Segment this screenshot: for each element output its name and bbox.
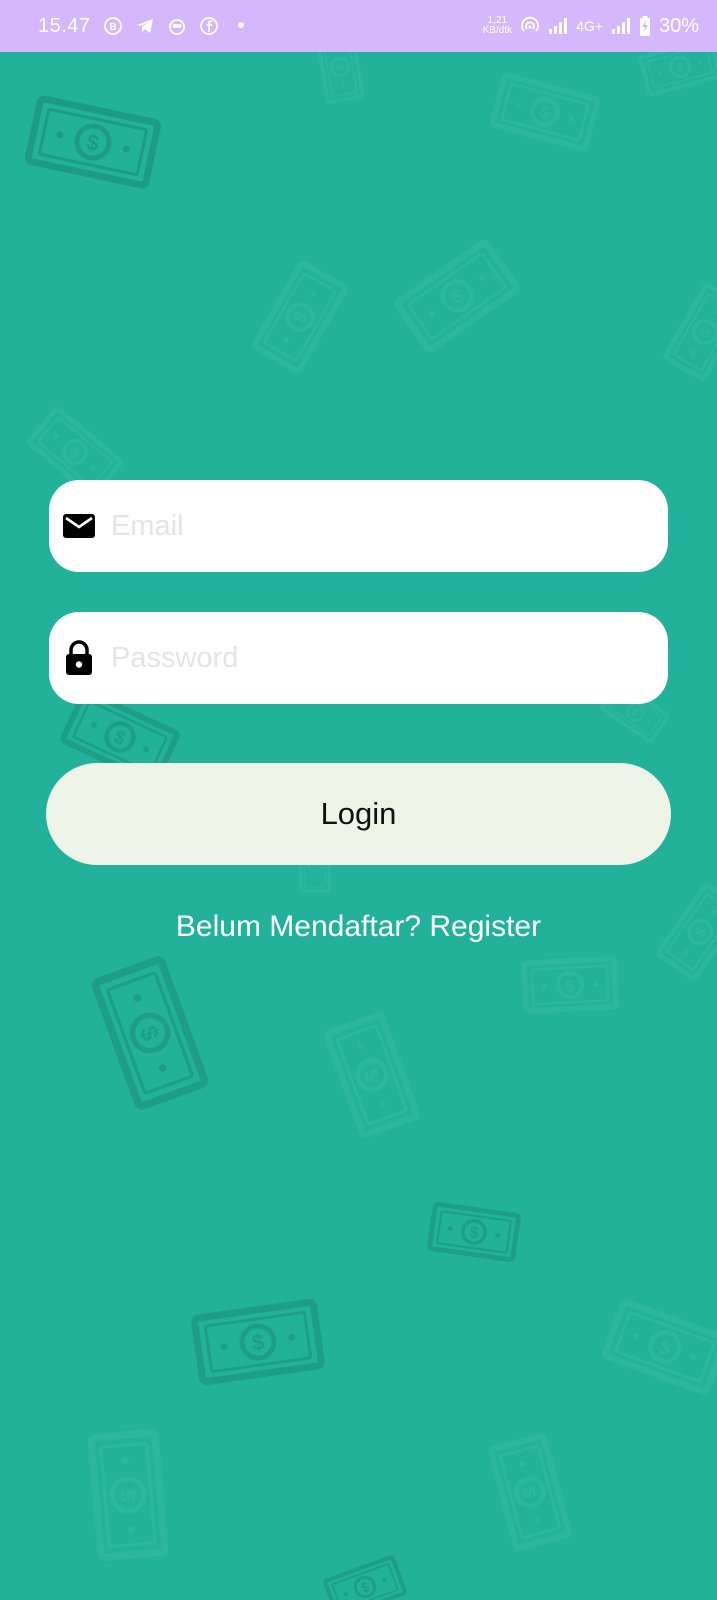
lock-icon xyxy=(62,640,96,675)
dollar-bill-icon xyxy=(315,52,365,105)
register-link[interactable]: Belum Mendaftar? Register xyxy=(0,910,717,944)
dollar-bill-icon xyxy=(326,1014,417,1135)
dollar-bill-icon xyxy=(194,1302,322,1382)
bot-icon xyxy=(167,16,187,36)
dot-icon xyxy=(231,16,251,36)
battery-charging-icon xyxy=(639,16,651,36)
dollar-bill-icon xyxy=(491,1436,570,1549)
battery-percent: 30% xyxy=(658,14,699,37)
network-speed: 1,21 KB/dtk xyxy=(483,16,512,36)
dollar-bill-icon xyxy=(254,263,346,372)
network-type: 4G+ xyxy=(576,18,603,34)
status-bar: 15.47 B 1,21 KB/dtk 4G+ 30% xyxy=(0,0,717,52)
hotspot-icon xyxy=(520,16,540,36)
telegram-icon xyxy=(135,16,155,36)
dollar-bill-icon xyxy=(665,284,717,379)
status-left: 15.47 B xyxy=(38,15,251,38)
b-app-icon: B xyxy=(103,16,123,36)
dollar-bill-icon xyxy=(524,959,616,1012)
dollar-bill-icon xyxy=(492,75,598,149)
dollar-bill-icon xyxy=(325,1557,406,1600)
dollar-bill-icon xyxy=(604,1301,717,1392)
signal-icon xyxy=(548,17,568,35)
speed-unit: KB/dtk xyxy=(482,25,513,36)
dollar-bill-icon xyxy=(91,1432,165,1557)
password-field[interactable] xyxy=(49,612,668,704)
dollar-bill-icon xyxy=(429,1204,518,1260)
dollar-bill-icon xyxy=(28,98,159,186)
password-input[interactable] xyxy=(111,612,648,704)
status-right: 1,21 KB/dtk 4G+ 30% xyxy=(483,15,699,38)
mail-icon xyxy=(62,509,96,543)
signal-icon-2 xyxy=(611,17,631,35)
dollar-bill-icon xyxy=(640,52,717,95)
svg-text:B: B xyxy=(109,22,116,33)
facebook-icon xyxy=(199,16,219,36)
email-input[interactable] xyxy=(111,480,648,572)
login-button[interactable]: Login xyxy=(46,763,671,865)
dollar-bill-icon xyxy=(94,959,205,1107)
dollar-bill-icon xyxy=(396,241,518,350)
email-field[interactable] xyxy=(49,480,668,572)
status-time: 15.47 xyxy=(38,14,91,37)
